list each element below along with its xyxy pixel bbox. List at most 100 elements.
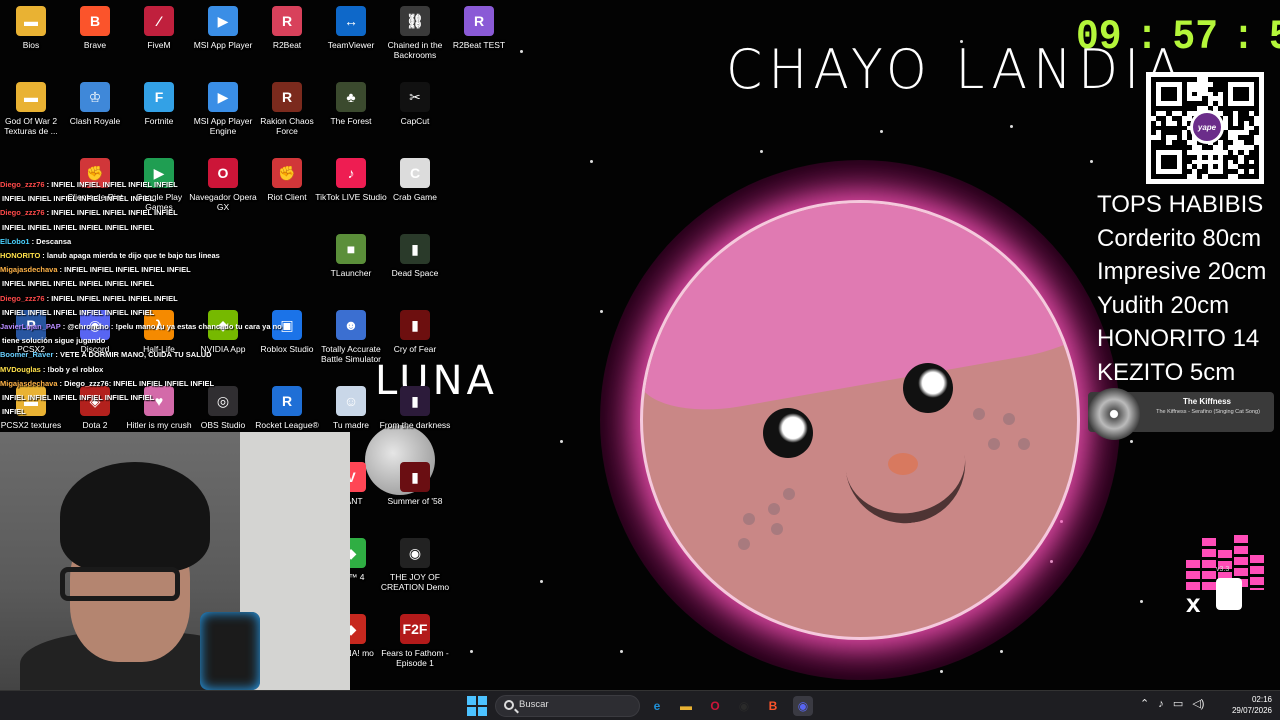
desktop-shortcut[interactable]: R R2Beat TEST — [443, 2, 515, 50]
desktop-shortcut[interactable]: ▮ Dead Space — [379, 230, 451, 278]
desktop-shortcut[interactable]: ▬ PCSX2 textures — [0, 382, 67, 430]
search-input[interactable]: Buscar — [519, 699, 549, 710]
pcsx2-icon: P — [16, 310, 46, 340]
clock-seconds: 52 — [1269, 14, 1280, 61]
desktop-shortcut[interactable]: ☺ Tu madre — [315, 382, 387, 430]
star — [1090, 160, 1093, 163]
desktop-shortcut[interactable]: ⛓ Chained in the Backrooms — [379, 2, 451, 60]
discord-icon: ◉ — [80, 310, 110, 340]
desktop-shortcut[interactable]: ♪ TikTok LIVE Studio — [315, 154, 387, 202]
desktop-shortcut-label: From the darkness — [379, 420, 451, 430]
discord-icon[interactable]: ◉ — [793, 696, 813, 716]
riot-client-icon: ✊ — [272, 158, 302, 188]
desktop-shortcut[interactable]: ☻ Totally Accurate Battle Simulator — [315, 306, 387, 364]
desktop-shortcut[interactable]: ▣ Roblox Studio — [251, 306, 323, 354]
star — [560, 440, 563, 443]
desktop-shortcut[interactable]: ◉ THE JOY OF CREATION Demo — [379, 534, 451, 592]
desktop-shortcut-label: Rocket League® — [255, 420, 319, 430]
opera-gx-icon[interactable]: O — [705, 696, 725, 716]
clock-hours: 09 — [1076, 13, 1122, 62]
desktop-shortcut-label: Brave — [83, 40, 107, 50]
msi-app-player-icon: ▶ — [208, 6, 238, 36]
clash-royale-icon: ♔ — [80, 82, 110, 112]
microphone-icon[interactable]: ♪ — [1158, 698, 1164, 710]
desktop-shortcut[interactable]: R Rocket League® — [251, 382, 323, 430]
star — [590, 160, 593, 163]
start-button[interactable] — [467, 696, 487, 716]
desktop-shortcut[interactable]: ▮ From the darkness — [379, 382, 451, 430]
brave-icon[interactable]: B — [763, 696, 783, 716]
desktop-shortcut[interactable]: O Navegador Opera GX — [187, 154, 259, 212]
star — [1140, 600, 1143, 603]
desktop-shortcut[interactable]: ▮ Summer of '58 — [379, 458, 451, 506]
desktop-shortcut[interactable]: ▶ Google Play Games — [123, 154, 195, 212]
desktop-shortcut[interactable]: R R2Beat — [251, 2, 323, 50]
planet-eye-right — [903, 363, 953, 413]
desktop-shortcut[interactable]: ✊ Cliente de Riot — [59, 154, 131, 202]
desktop-shortcut-label: Fears to Fathom - Episode 1 — [381, 648, 449, 668]
desktop-shortcut-label: Roblox Studio — [260, 344, 314, 354]
desktop-shortcut[interactable]: λ Half-Life — [123, 306, 195, 354]
half-life-icon: λ — [144, 310, 174, 340]
desktop-shortcut[interactable]: ◈ Dota 2 — [59, 382, 131, 430]
desktop-shortcut[interactable]: ◆ NVIDIA App — [187, 306, 259, 354]
desktop-shortcut[interactable]: ▶ MSI App Player — [187, 2, 259, 50]
search-icon — [504, 700, 514, 710]
desktop-shortcut-label: Tu madre — [332, 420, 370, 430]
system-date: 29/07/2026 — [1231, 706, 1272, 715]
star — [1130, 440, 1133, 443]
desktop-shortcut-label: R2Beat TEST — [452, 40, 506, 50]
desktop-shortcut-label: Dota 2 — [82, 420, 108, 430]
desktop-shortcut[interactable]: ▶ MSI App Player Engine — [187, 78, 259, 136]
desktop-shortcut[interactable]: ♣ The Forest — [315, 78, 387, 126]
desktop-shortcut[interactable]: ⁄ FiveM — [123, 2, 195, 50]
yape-qr-code: yape — [1146, 72, 1264, 184]
desktop-shortcut[interactable]: ▮ Cry of Fear — [379, 306, 451, 354]
dota2-icon: ◈ — [80, 386, 110, 416]
desktop-shortcut-label: Summer of '58 — [387, 496, 443, 506]
cry-of-fear-icon: ▮ — [400, 310, 430, 340]
network-icon[interactable]: ▭ — [1173, 698, 1183, 710]
taskbar-search[interactable]: Buscar — [495, 695, 640, 717]
system-clock[interactable]: 02:16 29/07/2026 — [1220, 694, 1272, 716]
volume-icon[interactable]: ◁) — [1192, 698, 1204, 710]
desktop-shortcut[interactable]: R Rakion Chaos Force — [251, 78, 323, 136]
desktop-shortcut[interactable]: F2F Fears to Fathom - Episode 1 — [379, 610, 451, 668]
capcut-icon: ✂ — [400, 82, 430, 112]
desktop-shortcut-label: Hitler is my crush — [126, 420, 192, 430]
desktop-shortcut[interactable]: ✊ Riot Client — [251, 154, 323, 202]
desktop-shortcut[interactable]: ↔ TeamViewer — [315, 2, 387, 50]
desktop-shortcut[interactable]: ♔ Clash Royale — [59, 78, 131, 126]
the-forest-icon: ♣ — [336, 82, 366, 112]
planet-cap — [643, 203, 1077, 424]
desktop-shortcut[interactable]: ♥ Hitler is my crush — [123, 382, 195, 430]
desktop-shortcut[interactable]: F Fortnite — [123, 78, 195, 126]
desktop-shortcut[interactable]: ■ TLauncher — [315, 230, 387, 278]
rakion-icon: R — [272, 82, 302, 112]
chevron-up-icon[interactable]: ⌃ — [1140, 698, 1149, 710]
desktop-shortcut[interactable]: P PCSX2 — [0, 306, 67, 354]
star — [600, 310, 603, 313]
desktop-shortcut[interactable]: B Brave — [59, 2, 131, 50]
folder-icon[interactable]: ▬ — [676, 696, 696, 716]
desktop-shortcut[interactable]: C Crab Game — [379, 154, 451, 202]
widget-version: v3.3 — [1216, 566, 1230, 573]
r2beat-icon: R — [272, 6, 302, 36]
desktop-shortcut[interactable]: ▬ Bios — [0, 2, 67, 50]
planet-smile — [843, 435, 973, 531]
folder-icon: ▬ — [16, 82, 46, 112]
now-playing-artist: The Kiffness — [1182, 397, 1231, 406]
desktop-shortcut[interactable]: ✂ CapCut — [379, 78, 451, 126]
desktop-shortcut[interactable]: ◉ Discord — [59, 306, 131, 354]
game-icon: ♥ — [144, 386, 174, 416]
desktop-shortcut-label: TikTok LIVE Studio — [315, 192, 387, 202]
system-tray: ⌃ ♪ ▭ ◁) — [1140, 697, 1210, 710]
desktop-shortcut-label: Totally Accurate Battle Simulator — [321, 344, 381, 364]
tlauncher-icon: ■ — [336, 234, 366, 264]
edge-icon[interactable]: e — [647, 696, 667, 716]
chrome-icon[interactable]: ◉ — [734, 696, 754, 716]
desktop-shortcut[interactable]: ▬ God Of War 2 Texturas de ... — [0, 78, 67, 136]
desktop-shortcut[interactable]: ◎ OBS Studio — [187, 382, 259, 430]
widget-x-logo: x — [1186, 588, 1201, 618]
clock-minutes: 57 — [1172, 13, 1219, 62]
